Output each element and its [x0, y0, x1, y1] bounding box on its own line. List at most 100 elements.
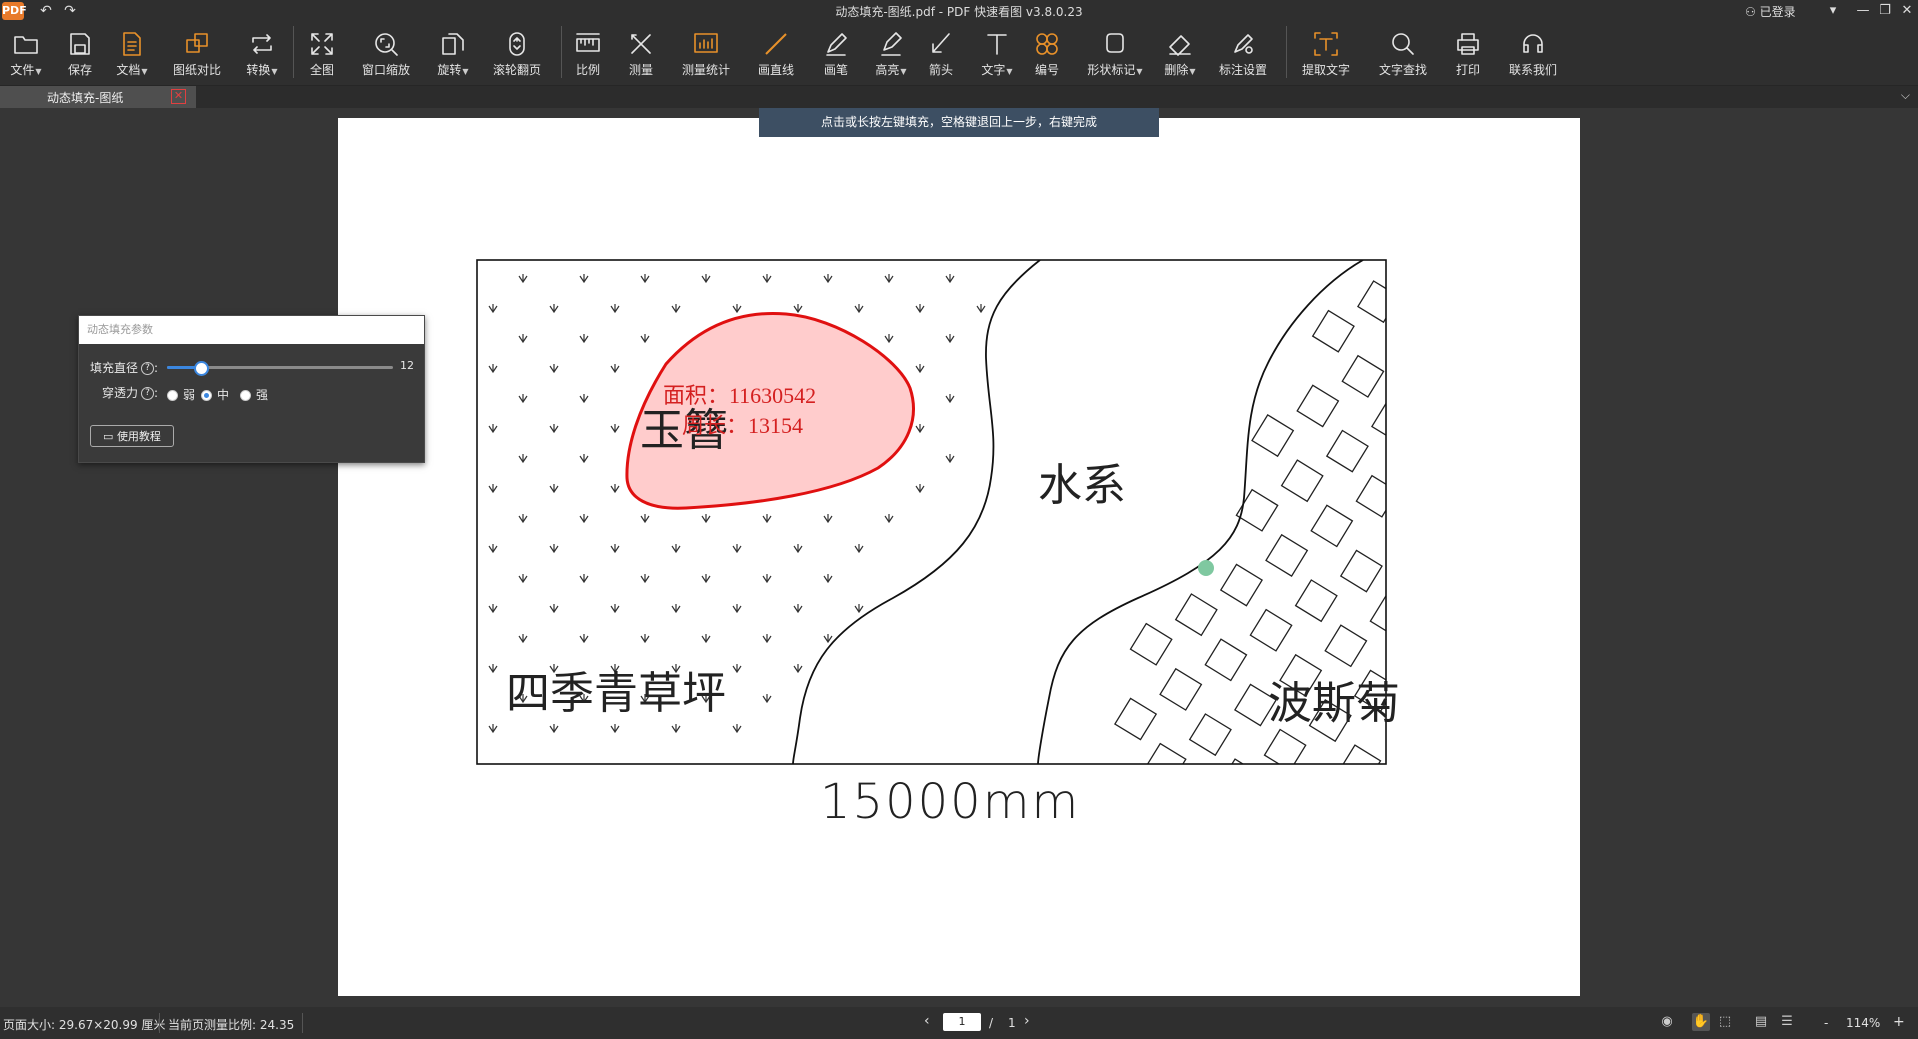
- flower-mark: [1251, 414, 1295, 458]
- zoom-in-button[interactable]: +: [1893, 1014, 1905, 1030]
- lawn-mark: [610, 604, 620, 614]
- document-icon: [123, 32, 141, 56]
- slider-thumb[interactable]: [193, 361, 209, 376]
- lawn-mark: [671, 544, 681, 554]
- help-icon[interactable]: ?: [141, 387, 155, 400]
- annotation-settings-icon: [1234, 34, 1253, 54]
- convert-icon: [252, 34, 272, 54]
- dropdown-caret-icon: ▼: [1189, 67, 1196, 76]
- ruler-icon: [576, 33, 600, 52]
- line-icon: [765, 33, 787, 55]
- flower-mark: [1188, 713, 1232, 757]
- toolbar-button-21[interactable]: 提取文字: [1286, 26, 1366, 82]
- lawn-mark: [488, 724, 498, 734]
- page-number-input[interactable]: 1: [943, 1013, 981, 1031]
- toolbar-divider: [293, 26, 294, 78]
- lawn-mark: [701, 574, 711, 584]
- lawn-mark: [549, 484, 559, 494]
- flower-mark: [1129, 622, 1173, 666]
- lawn-mark: [640, 574, 650, 584]
- zoom-window-icon: [375, 33, 398, 56]
- dimension-label: 15000mm: [820, 774, 1080, 830]
- lawn-mark: [945, 394, 955, 404]
- lawn-mark: [579, 274, 589, 284]
- lawn-mark: [579, 514, 589, 524]
- lawn-mark: [915, 484, 925, 494]
- tab-document[interactable]: 动态填充-图纸 ✕: [0, 86, 196, 108]
- drawing-canvas[interactable]: 玉簪 面积：11630542 周长：13154 水系 四季青草坪 波斯菊 150…: [338, 118, 1580, 996]
- flower-mark: [1310, 504, 1354, 548]
- flower-mark: [1265, 533, 1309, 577]
- tab-list-chevron-icon[interactable]: ⌵: [1901, 88, 1910, 103]
- lawn-mark: [610, 544, 620, 554]
- toolbar-button-24[interactable]: 联系我们: [1493, 26, 1573, 82]
- next-page-icon[interactable]: ›: [1024, 1013, 1030, 1029]
- hand-pan-icon[interactable]: ✋: [1692, 1013, 1710, 1031]
- flower-mark: [1294, 579, 1338, 623]
- arrow-icon: [932, 33, 950, 53]
- radio-dot[interactable]: [240, 390, 251, 401]
- continuous-page-icon[interactable]: ☰: [1778, 1013, 1796, 1031]
- tutorial-button[interactable]: ▭ 使用教程: [90, 425, 174, 447]
- region-label-lawn: 四季青草坪: [506, 668, 726, 719]
- lawn-mark: [793, 664, 803, 674]
- lawn-mark: [884, 334, 894, 344]
- flower-mark: [1159, 667, 1203, 711]
- fill-diameter-slider[interactable]: [167, 361, 393, 376]
- dynamic-fill-panel[interactable]: 动态填充参数 填充直径?: 12 穿透力?: 弱 中 强 ▭ 使用教程: [78, 315, 425, 463]
- eraser-icon: [1169, 35, 1191, 56]
- redo-icon[interactable]: ↷: [60, 2, 80, 20]
- tutorial-label: 使用教程: [116, 430, 161, 443]
- lawn-mark: [549, 604, 559, 614]
- lawn-mark: [854, 604, 864, 614]
- dropdown-caret-icon: ▼: [141, 67, 148, 76]
- lawn-mark: [671, 304, 681, 314]
- compare-icon: [186, 33, 208, 53]
- main-toolbar: 文件▼ 保存 文档▼ 图纸对比 转换▼ 全图 窗口缩放 旋转▼ 滚轮翻页 比例 测量 测量统计 画直线画…: [0, 22, 1918, 86]
- radio-weak[interactable]: 弱: [167, 386, 195, 403]
- menu-dropdown-icon[interactable]: ▾: [1818, 0, 1848, 22]
- lawn-mark: [579, 454, 589, 464]
- flower-mark: [1339, 549, 1383, 593]
- select-icon[interactable]: ⬚: [1716, 1013, 1734, 1031]
- toolbar-label: 提取文字: [1301, 63, 1350, 77]
- undo-icon[interactable]: ↶: [36, 2, 56, 20]
- cursor-indicator: [1198, 560, 1214, 576]
- toolbar-button-11[interactable]: 测量统计: [666, 26, 746, 82]
- toolbar-button-8[interactable]: 滚轮翻页: [477, 26, 557, 82]
- toolbar-label: 标注设置: [1218, 63, 1267, 77]
- radio-strong[interactable]: 强: [240, 386, 268, 403]
- flower-mark: [1357, 280, 1386, 324]
- flower-mark: [1355, 474, 1386, 518]
- radio-dot[interactable]: [201, 390, 212, 401]
- extract-text-icon: [1314, 32, 1338, 56]
- prev-page-icon[interactable]: ‹: [924, 1013, 930, 1029]
- radio-dot[interactable]: [167, 390, 178, 401]
- shape-mark-icon: [1106, 33, 1124, 53]
- flower-mark: [1324, 624, 1368, 668]
- divider: [302, 1013, 303, 1033]
- lawn-mark: [701, 634, 711, 644]
- login-status[interactable]: ⚇ 已登录: [1745, 3, 1796, 20]
- lawn-mark: [823, 634, 833, 644]
- flower-mark: [1114, 697, 1158, 741]
- lawn-mark: [579, 574, 589, 584]
- lawn-mark: [762, 274, 772, 284]
- pdf-page[interactable]: 玉簪 面积：11630542 周长：13154 水系 四季青草坪 波斯菊 150…: [338, 118, 1580, 996]
- toolbar-button-20[interactable]: 标注设置: [1203, 26, 1283, 82]
- radio-medium[interactable]: 中: [201, 386, 229, 403]
- page-size-text: 页面大小: 29.67×20.99 厘米: [3, 1018, 166, 1032]
- close-window-button[interactable]: ✕: [1892, 0, 1918, 22]
- zoom-out-button[interactable]: -: [1824, 1016, 1828, 1030]
- lawn-mark: [518, 394, 528, 404]
- lawn-mark: [488, 604, 498, 614]
- eye-icon[interactable]: ◉: [1658, 1013, 1676, 1031]
- lawn-mark: [762, 634, 772, 644]
- close-tab-icon[interactable]: ✕: [171, 89, 186, 104]
- lawn-mark: [793, 304, 803, 314]
- region-label-cosmos: 波斯菊: [1268, 678, 1400, 729]
- help-icon[interactable]: ?: [141, 362, 155, 375]
- lawn-mark: [640, 514, 650, 524]
- single-page-icon[interactable]: ▤: [1752, 1013, 1770, 1031]
- radio-medium-label: 中: [217, 388, 230, 402]
